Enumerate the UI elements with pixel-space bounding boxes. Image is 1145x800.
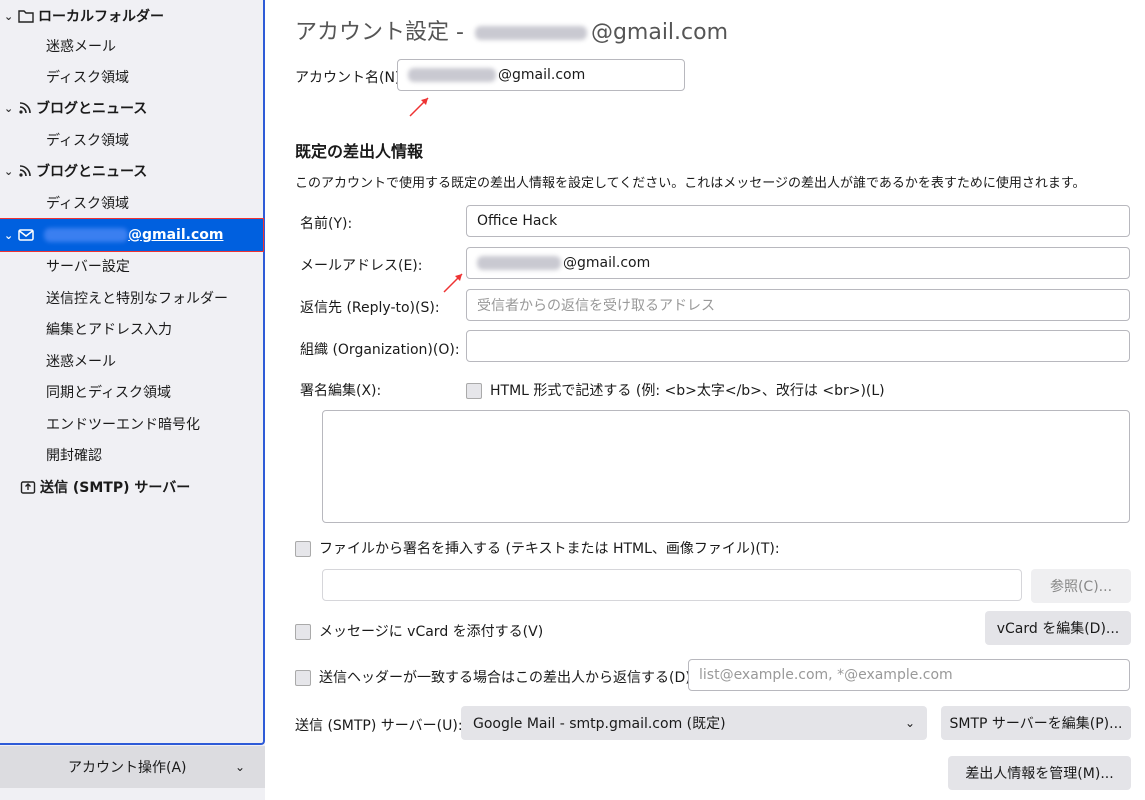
tree-item-label: サーバー設定 xyxy=(46,259,130,275)
edit-vcard-button[interactable]: vCard を編集(D)... xyxy=(985,611,1131,645)
page-title: アカウント設定 - @gmail.com xyxy=(295,14,728,46)
email-label: メールアドレス(E): xyxy=(300,258,423,274)
tree-item-local-folders[interactable]: ⌄ ローカルフォルダー xyxy=(0,0,263,32)
attach-signature-label: ファイルから署名を挿入する (テキストまたは HTML、画像ファイル)(T): xyxy=(319,541,780,557)
tree-item-label: ディスク領域 xyxy=(46,133,130,149)
tree-item-sync-storage[interactable]: 同期とディスク領域 xyxy=(0,376,263,408)
tree-item-junk[interactable]: 迷惑メール xyxy=(0,30,263,62)
chevron-down-icon: ⌄ xyxy=(234,760,245,774)
tree-item-label: 編集とアドレス入力 xyxy=(46,322,172,338)
html-signature-checkbox[interactable]: HTML 形式で記述する (例: <b>太字</b>、改行は <br>)(L) xyxy=(466,380,885,400)
name-value: Office Hack xyxy=(477,213,558,229)
account-actions-button[interactable]: アカウント操作(A) ⌄ xyxy=(0,746,265,788)
attach-vcard-label: メッセージに vCard を添付する(V) xyxy=(319,624,544,640)
replyto-placeholder: 受信者からの返信を受け取るアドレス xyxy=(477,298,715,314)
name-label: 名前(Y): xyxy=(300,216,353,232)
tree-item-disk-space[interactable]: ディスク領域 xyxy=(0,61,263,93)
tree-item-label: ディスク領域 xyxy=(46,196,130,212)
checkbox-icon[interactable] xyxy=(295,541,311,557)
tree-item-server-settings[interactable]: サーバー設定 xyxy=(0,250,263,282)
rss-icon xyxy=(18,164,32,178)
smtp-server-select[interactable]: Google Mail - smtp.gmail.com (既定) ⌄ xyxy=(461,706,927,740)
tree-item-composition[interactable]: 編集とアドレス入力 xyxy=(0,313,263,345)
replyto-input[interactable]: 受信者からの返信を受け取るアドレス xyxy=(466,289,1130,321)
chevron-down-icon: ⌄ xyxy=(904,716,915,730)
account-actions-label: アカウント操作(A) xyxy=(68,760,187,776)
reply-from-placeholder: list@example.com, *@example.com xyxy=(699,667,953,683)
account-name-input[interactable]: @gmail.com xyxy=(397,59,685,91)
reply-from-label: 送信ヘッダーが一致する場合はこの差出人から返信する(D): xyxy=(319,670,696,686)
identity-heading: 既定の差出人情報 xyxy=(295,142,424,161)
tree-item-label: ディスク領域 xyxy=(46,70,130,86)
email-value: @gmail.com xyxy=(563,255,651,271)
tree-item-label: 送信 (SMTP) サーバー xyxy=(40,480,191,496)
smtp-server-value: Google Mail - smtp.gmail.com (既定) xyxy=(473,716,726,732)
chevron-down-icon[interactable]: ⌄ xyxy=(4,165,18,178)
tree-item-blogs-news-1[interactable]: ⌄ ブログとニュース xyxy=(0,92,263,124)
tree-item-return-receipts[interactable]: 開封確認 xyxy=(0,439,263,471)
checkbox-icon[interactable] xyxy=(295,670,311,686)
smtp-label: 送信 (SMTP) サーバー(U): xyxy=(295,718,463,734)
replyto-label: 返信先 (Reply-to)(S): xyxy=(300,300,440,316)
annotation-arrow-icon xyxy=(443,273,463,293)
tree-item-junk-settings[interactable]: 迷惑メール xyxy=(0,345,263,377)
tree-item-label: ブログとニュース xyxy=(36,101,148,117)
organization-input[interactable] xyxy=(466,330,1130,362)
browse-button[interactable]: 参照(C)... xyxy=(1031,569,1131,603)
tree-item-label: エンドツーエンド暗号化 xyxy=(46,417,200,433)
outbox-icon xyxy=(20,479,36,495)
identity-description: このアカウントで使用する既定の差出人情報を設定してください。これはメッセージの差… xyxy=(295,176,1086,191)
account-tree: ⌄ ローカルフォルダー 迷惑メール ディスク領域 ⌄ ブログとニュース ディスク… xyxy=(0,0,265,745)
chevron-down-icon[interactable]: ⌄ xyxy=(4,229,18,242)
reply-from-input[interactable]: list@example.com, *@example.com xyxy=(688,659,1130,691)
checkbox-icon[interactable] xyxy=(295,624,311,640)
tree-item-gmail-account[interactable]: ⌄ @gmail.com xyxy=(0,218,264,252)
sidebar: ⌄ ローカルフォルダー 迷惑メール ディスク領域 ⌄ ブログとニュース ディスク… xyxy=(0,0,265,800)
redacted-text xyxy=(408,68,496,82)
tree-item-disk-space[interactable]: ディスク領域 xyxy=(0,187,263,219)
title-prefix: アカウント設定 - xyxy=(295,20,464,45)
tree-item-copies-folders[interactable]: 送信控えと特別なフォルダー xyxy=(0,282,263,314)
organization-label: 組織 (Organization)(O): xyxy=(300,342,460,358)
tree-item-label: 送信控えと特別なフォルダー xyxy=(46,291,228,307)
tree-item-label: ローカルフォルダー xyxy=(38,9,164,25)
tree-item-label: 迷惑メール xyxy=(46,354,116,370)
reply-from-checkbox[interactable]: 送信ヘッダーが一致する場合はこの差出人から返信する(D): xyxy=(295,667,695,687)
tree-item-blogs-news-2[interactable]: ⌄ ブログとニュース xyxy=(0,155,263,187)
attach-signature-checkbox[interactable]: ファイルから署名を挿入する (テキストまたは HTML、画像ファイル)(T): xyxy=(295,538,780,558)
redacted-text xyxy=(474,26,587,40)
chevron-down-icon[interactable]: ⌄ xyxy=(4,102,18,115)
account-name-label: アカウント名(N): xyxy=(295,70,406,86)
chevron-down-icon[interactable]: ⌄ xyxy=(4,10,18,23)
redacted-text xyxy=(477,256,561,270)
name-input[interactable]: Office Hack xyxy=(466,205,1130,237)
tree-item-smtp[interactable]: 送信 (SMTP) サーバー xyxy=(0,471,263,503)
email-input[interactable]: @gmail.com xyxy=(466,247,1130,279)
rss-icon xyxy=(18,101,32,115)
attach-vcard-checkbox[interactable]: メッセージに vCard を添付する(V) xyxy=(295,621,543,641)
tree-item-label: 開封確認 xyxy=(46,448,102,464)
folder-icon xyxy=(18,9,34,23)
html-signature-label: HTML 形式で記述する (例: <b>太字</b>、改行は <br>)(L) xyxy=(490,383,885,399)
signature-label: 署名編集(X): xyxy=(300,383,382,399)
title-suffix: @gmail.com xyxy=(590,20,729,45)
edit-smtp-button[interactable]: SMTP サーバーを編集(P)... xyxy=(941,706,1131,740)
tree-item-label: 同期とディスク領域 xyxy=(46,385,172,401)
tree-item-label: ブログとニュース xyxy=(36,164,148,180)
tree-item-disk-space[interactable]: ディスク領域 xyxy=(0,124,263,156)
tree-item-label: 迷惑メール xyxy=(46,39,116,55)
mail-icon xyxy=(18,229,34,241)
manage-identities-button[interactable]: 差出人情報を管理(M)... xyxy=(948,756,1131,790)
tree-item-e2e-encryption[interactable]: エンドツーエンド暗号化 xyxy=(0,408,263,440)
tree-item-label: @gmail.com xyxy=(128,227,224,243)
signature-file-input[interactable] xyxy=(322,569,1022,601)
account-settings-panel: アカウント設定 - @gmail.com アカウント名(N): @gmail.c… xyxy=(285,0,1135,800)
redacted-text xyxy=(44,228,128,242)
signature-textarea[interactable] xyxy=(322,410,1130,523)
checkbox-icon[interactable] xyxy=(466,383,482,399)
annotation-arrow-icon xyxy=(409,97,429,117)
account-name-value: @gmail.com xyxy=(498,67,586,83)
